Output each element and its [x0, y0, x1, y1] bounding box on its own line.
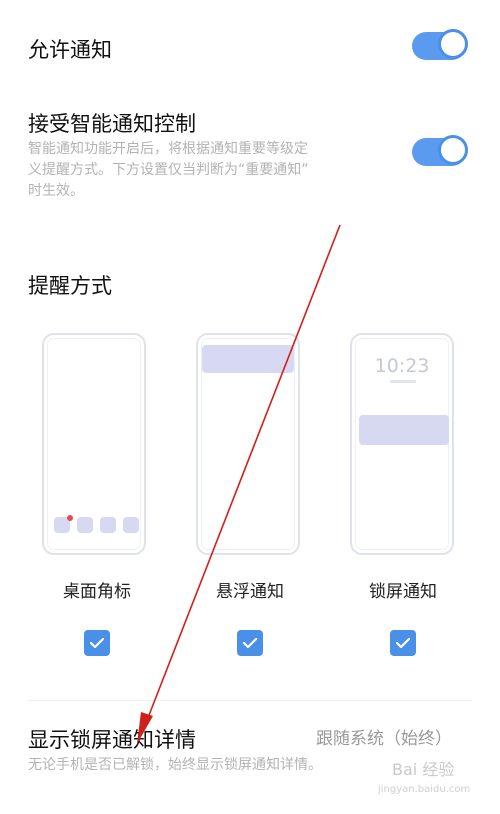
annotation-arrow — [137, 224, 341, 744]
